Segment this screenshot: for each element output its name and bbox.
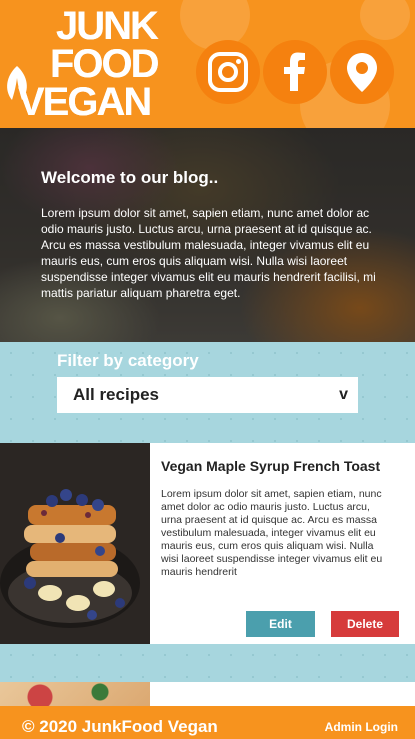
category-select[interactable]: All recipes v xyxy=(57,377,358,413)
footer-copyright: © 2020 JunkFood Vegan xyxy=(22,717,218,736)
edit-button[interactable]: Edit xyxy=(246,611,315,637)
hero-banner: Welcome to our blog.. Lorem ipsum dolor … xyxy=(0,128,415,342)
recipe-image[interactable] xyxy=(0,443,150,644)
site-footer: © 2020 JunkFood Vegan Admin Login xyxy=(0,706,415,739)
hero-text: Lorem ipsum dolor sit amet, sapien etiam… xyxy=(41,206,376,300)
filter-label: Filter by category xyxy=(57,351,199,370)
instagram-link[interactable] xyxy=(196,40,260,104)
recipe-card[interactable]: Vegan Maple Syrup French Toast Lorem ips… xyxy=(0,443,415,644)
hero-title: Welcome to our blog.. xyxy=(41,168,219,187)
facebook-link[interactable] xyxy=(263,40,327,104)
filter-section: Filter by category All recipes v xyxy=(0,342,415,443)
logo-text-line3: VEGAN xyxy=(18,80,152,124)
instagram-icon xyxy=(208,52,248,92)
facebook-icon xyxy=(284,52,305,91)
header-doodle xyxy=(360,0,410,40)
admin-login-link[interactable]: Admin Login xyxy=(325,720,398,734)
category-select-value: All recipes xyxy=(73,385,159,404)
card-divider-band xyxy=(0,644,415,682)
location-pin-icon xyxy=(347,53,377,92)
location-link[interactable] xyxy=(330,40,394,104)
site-logo[interactable]: JUNK FOOD VEGAN xyxy=(4,6,169,124)
logo-text-line2: FOOD xyxy=(50,42,160,86)
chevron-down-icon: v xyxy=(339,386,348,403)
recipe-excerpt: Lorem ipsum dolor sit amet, sapien etiam… xyxy=(161,488,383,578)
recipe-title[interactable]: Vegan Maple Syrup French Toast xyxy=(161,458,380,474)
french-toast-photo xyxy=(0,443,150,644)
site-header: JUNK FOOD VEGAN xyxy=(0,0,415,128)
delete-button[interactable]: Delete xyxy=(331,611,399,637)
logo-text-line1: JUNK xyxy=(56,4,159,48)
